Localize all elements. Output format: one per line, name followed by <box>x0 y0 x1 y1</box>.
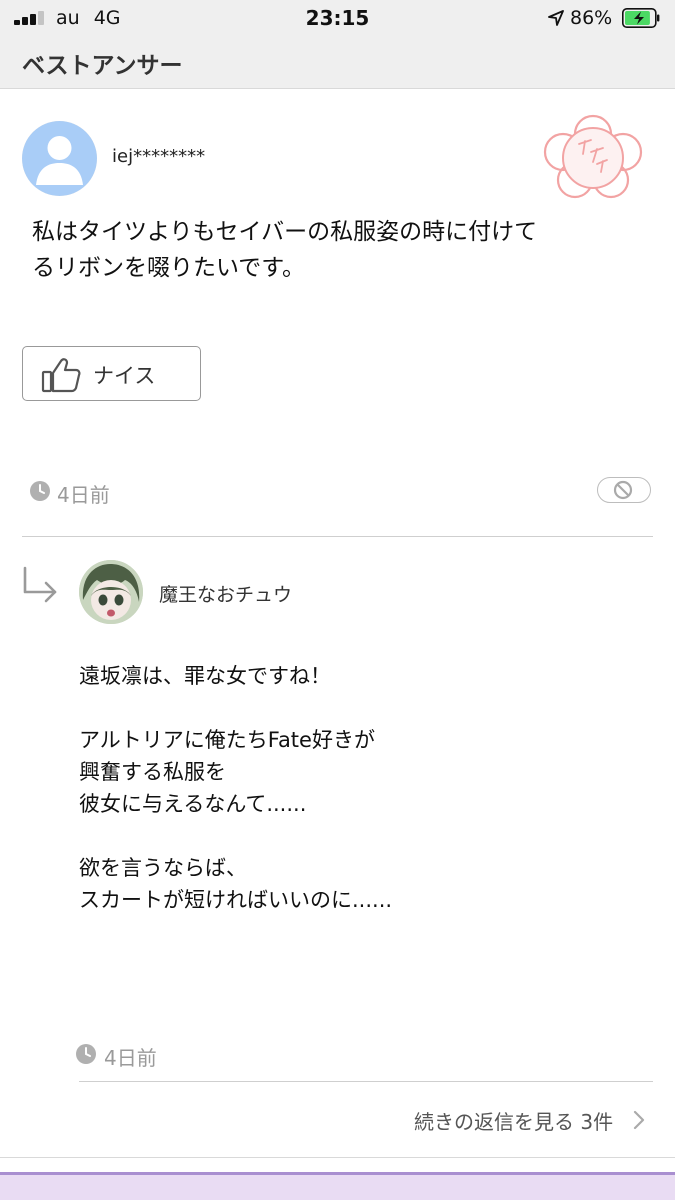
battery-percent: 86% <box>570 7 613 29</box>
reply-body-line: 興奮する私服を <box>79 760 226 784</box>
thumbs-up-icon <box>41 358 81 393</box>
hide-button[interactable] <box>597 477 651 503</box>
page-title: ベストアンサー <box>22 53 183 79</box>
location-arrow-icon <box>548 10 564 26</box>
avatar[interactable] <box>22 121 97 196</box>
reply-body-line: 欲を言うならば、 <box>79 856 247 880</box>
default-user-icon <box>22 121 97 196</box>
nice-button[interactable]: ナイス <box>22 346 201 401</box>
divider <box>79 1081 653 1082</box>
anime-avatar-icon <box>79 560 143 624</box>
more-replies-label: 続きの返信を見る <box>414 1110 574 1134</box>
avatar[interactable] <box>79 560 143 624</box>
reply-body: 遠坂凛は、罪な女ですね！ アルトリアに俺たちFate好きが 興奮する私服を 彼女… <box>79 660 639 916</box>
reply-body-line: 遠坂凛は、罪な女ですね！ <box>79 664 331 688</box>
more-replies-link[interactable]: 続きの返信を見る 3件 <box>414 1106 613 1135</box>
reply-body-line <box>79 692 639 724</box>
battery-charging-icon <box>622 8 660 28</box>
block-icon <box>613 480 633 500</box>
divider <box>22 536 653 537</box>
reply-timestamp: 4日前 <box>76 1042 276 1070</box>
reply-body-line: アルトリアに俺たちFate好きが <box>79 728 375 752</box>
status-bar: au 4G 23:15 86% <box>0 0 675 36</box>
next-section-bar <box>0 1172 675 1200</box>
clock-icon <box>30 481 50 501</box>
reply-body-line: スカートが短ければいいのに...... <box>79 888 393 912</box>
reply-body-line: 彼女に与えるなんて...... <box>79 792 307 816</box>
answer-body-line: るリボンを啜りたいです。 <box>32 255 306 281</box>
chevron-right-icon[interactable] <box>632 1110 646 1130</box>
more-replies-count: 3件 <box>580 1110 614 1134</box>
reply-body-line <box>79 820 639 852</box>
page-header: ベストアンサー <box>0 36 675 89</box>
answer-body: 私はタイツよりもセイバーの私服姿の時に付けて るリボンを啜りたいです。 <box>32 214 642 286</box>
best-answer-sakura-stamp-icon <box>543 114 643 199</box>
reply-username[interactable]: 魔王なおチュウ <box>159 580 292 607</box>
answer-posted-ago: 4日前 <box>57 483 110 507</box>
reply-posted-ago: 4日前 <box>104 1046 157 1070</box>
nice-button-label: ナイス <box>93 364 156 388</box>
answer-username[interactable]: iej******** <box>112 146 205 167</box>
clock-icon <box>76 1044 96 1064</box>
divider <box>0 1157 675 1158</box>
answer-body-line: 私はタイツよりもセイバーの私服姿の時に付けて <box>32 219 538 245</box>
reply-arrow-icon <box>23 566 57 603</box>
